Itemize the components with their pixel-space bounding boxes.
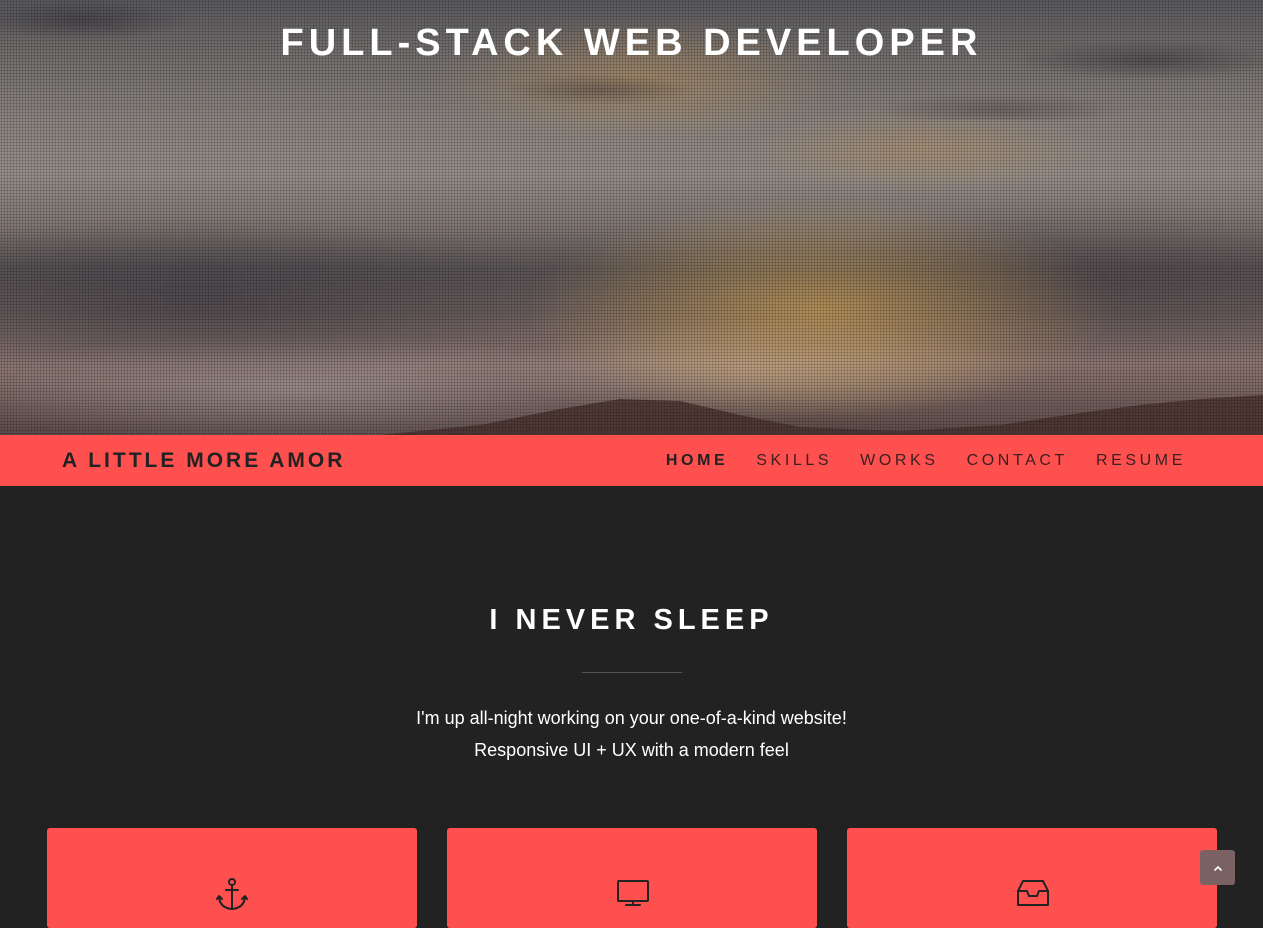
brand-logo[interactable]: A LITTLE MORE AMOR: [62, 435, 345, 486]
hero-title: FULL-STACK WEB DEVELOPER: [280, 22, 983, 64]
navbar: A LITTLE MORE AMOR HOME SKILLS WORKS CON…: [0, 435, 1263, 486]
service-card-2: [447, 828, 817, 928]
hero-dot-overlay: [0, 0, 1263, 435]
section-divider: [582, 672, 682, 673]
nav-link-contact[interactable]: CONTACT: [967, 452, 1068, 470]
tagline-line-1: I'm up all-night working on your one-of-…: [416, 708, 847, 728]
back-to-top-button[interactable]: [1200, 850, 1235, 885]
nav-links: HOME SKILLS WORKS CONTACT RESUME: [638, 435, 1186, 486]
nav-link-home[interactable]: HOME: [666, 452, 728, 470]
monitor-icon: [617, 880, 649, 906]
service-card-3: [847, 828, 1217, 928]
section-title: I NEVER SLEEP: [489, 604, 774, 636]
nav-link-resume[interactable]: RESUME: [1096, 452, 1186, 470]
service-card-1: [47, 828, 417, 928]
nav-link-skills[interactable]: SKILLS: [756, 452, 832, 470]
anchor-icon: [216, 878, 248, 910]
chevron-up-icon: [1213, 865, 1222, 871]
inbox-icon: [1017, 880, 1049, 906]
tagline-line-2: Responsive UI + UX with a modern feel: [474, 740, 789, 760]
hero-banner: FULL-STACK WEB DEVELOPER: [0, 0, 1263, 435]
nav-link-works[interactable]: WORKS: [860, 452, 938, 470]
